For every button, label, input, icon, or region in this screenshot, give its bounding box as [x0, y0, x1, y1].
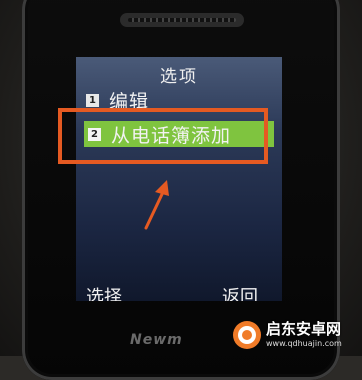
phone-body: 选项 1 编辑 2 从电话簿添加 选择 返回 Newm 启东安卓网 www.qd… [0, 0, 362, 380]
watermark-logo-icon [233, 321, 261, 349]
speaker-grille [120, 13, 244, 27]
watermark-url: www.qdhuajin.com [266, 339, 342, 348]
annotation-arrow-icon [144, 180, 169, 230]
phone-screen: 选项 1 编辑 2 从电话簿添加 选择 返回 [76, 57, 282, 301]
softkey-select[interactable]: 选择 [86, 283, 122, 301]
softkey-back[interactable]: 返回 [222, 283, 258, 301]
item-number-badge: 1 [86, 93, 99, 107]
device-brand-logo: Newm [130, 332, 183, 348]
watermark-site-name: 启东安卓网 [266, 320, 342, 338]
annotation-highlight-box [58, 108, 268, 164]
screen-title: 选项 [160, 67, 198, 87]
site-watermark: 启东安卓网 www.qdhuajin.com [232, 316, 360, 354]
